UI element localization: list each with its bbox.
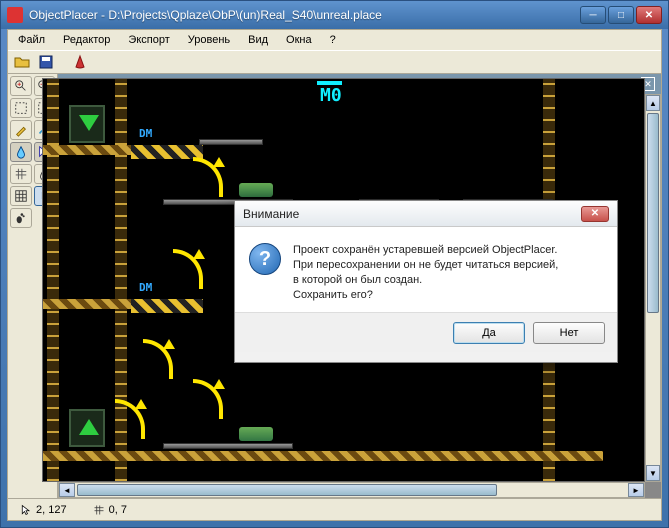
maximize-button[interactable]: □	[608, 6, 634, 24]
menu-view[interactable]: Вид	[240, 32, 276, 48]
vertical-scrollbar[interactable]: ▲ ▼	[645, 94, 661, 482]
marker-dm-2: DM	[139, 281, 152, 294]
statusbar: 2, 127 0, 7	[8, 498, 661, 520]
app-icon	[7, 7, 23, 23]
horizontal-scrollbar[interactable]: ◄ ►	[58, 482, 645, 498]
confirm-dialog: Внимание ✕ ? Проект сохранён устаревшей …	[234, 200, 618, 363]
menu-file[interactable]: Файл	[10, 32, 53, 48]
elevator-down	[69, 105, 105, 143]
zoom-in-button[interactable]	[10, 76, 32, 96]
vscroll-thumb[interactable]	[647, 113, 659, 313]
cursor-icon	[20, 504, 32, 516]
menu-export[interactable]: Экспорт	[120, 32, 177, 48]
grid-tool[interactable]	[10, 164, 32, 184]
close-button[interactable]: ✕	[636, 6, 662, 24]
dialog-close-button[interactable]: ✕	[581, 206, 609, 222]
window-title: ObjectPlacer - D:\Projects\Qplaze\ObP\(u…	[29, 8, 580, 22]
save-button[interactable]	[35, 52, 57, 72]
grid-icon	[93, 504, 105, 516]
dialog-title: Внимание	[243, 207, 299, 221]
elevator-up	[69, 409, 105, 447]
menu-windows[interactable]: Окна	[278, 32, 320, 48]
dropper-tool[interactable]	[10, 142, 32, 162]
foot-tool[interactable]	[10, 208, 32, 228]
cone-icon[interactable]	[69, 52, 91, 72]
mesh-tool[interactable]	[10, 186, 32, 206]
pencil-tool[interactable]	[10, 120, 32, 140]
menu-help[interactable]: ?	[322, 32, 344, 48]
question-icon: ?	[249, 243, 281, 275]
marker-dm-1: DM	[139, 127, 152, 140]
status-cursor: 2, 127	[36, 504, 67, 516]
hscroll-thumb[interactable]	[77, 484, 497, 496]
status-grid: 0, 7	[109, 504, 127, 516]
no-button[interactable]: Нет	[533, 322, 605, 344]
main-toolbar	[8, 50, 661, 74]
marquee-tool[interactable]	[10, 98, 32, 118]
dialog-titlebar[interactable]: Внимание ✕	[235, 201, 617, 227]
dialog-message: Проект сохранён устаревшей версией Objec…	[293, 243, 558, 302]
menu-editor[interactable]: Редактор	[55, 32, 118, 48]
yes-button[interactable]: Да	[453, 322, 525, 344]
minimize-button[interactable]: ─	[580, 6, 606, 24]
menubar: Файл Редактор Экспорт Уровень Вид Окна ?	[8, 30, 661, 50]
titlebar[interactable]: ObjectPlacer - D:\Projects\Qplaze\ObP\(u…	[1, 1, 668, 29]
menu-level[interactable]: Уровень	[180, 32, 238, 48]
open-button[interactable]	[11, 52, 33, 72]
marker-mo: M0	[317, 81, 342, 106]
